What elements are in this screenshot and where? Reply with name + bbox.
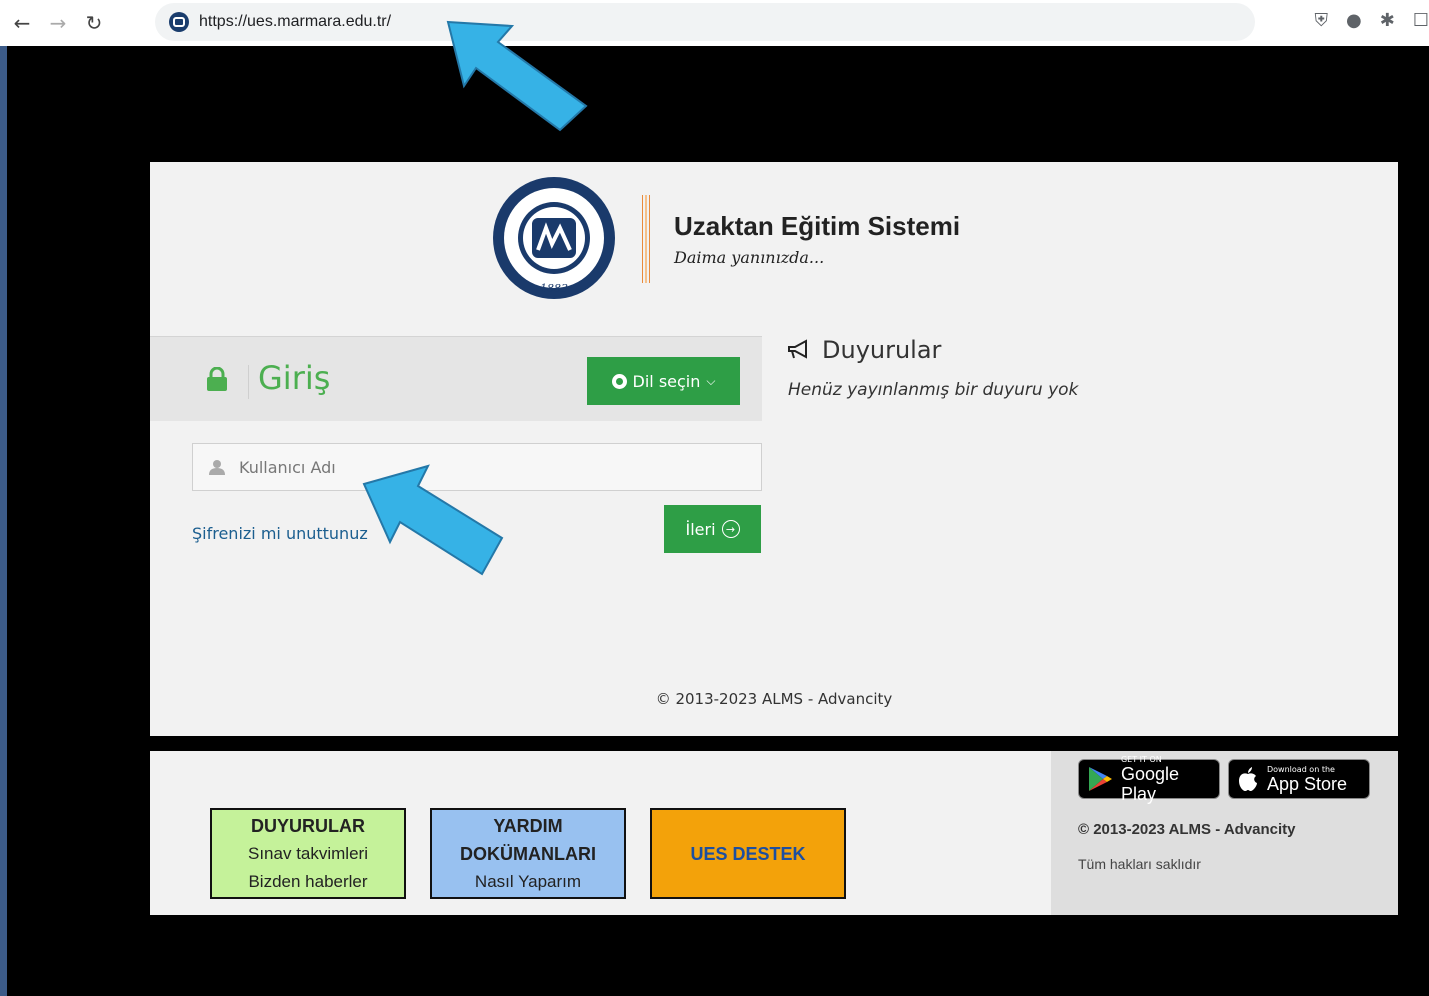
- ues-support-box[interactable]: UES DESTEK: [650, 808, 846, 899]
- help-box-line: Nasıl Yaparım: [474, 871, 582, 891]
- next-button[interactable]: İleri →: [664, 505, 761, 553]
- arrow-circle-right-icon: →: [721, 520, 740, 538]
- brand-text: Uzaktan Eğitim Sistemi Daima yanınızda..…: [674, 211, 960, 267]
- announcements-title: Duyurular: [822, 336, 942, 364]
- globe-icon: [611, 373, 627, 389]
- address-bar[interactable]: https://ues.marmara.edu.tr/: [155, 3, 1255, 41]
- puzzle-piece-icon[interactable]: ✱: [1380, 10, 1395, 31]
- footer-copyright: © 2013-2023 ALMS - Advancity: [1078, 821, 1296, 838]
- apple-icon: [1239, 767, 1257, 791]
- shield-check-icon[interactable]: ⛨: [1315, 10, 1329, 31]
- login-title: Giriş: [258, 359, 331, 397]
- forgot-password-link[interactable]: Şifrenizi mi unuttunuz: [192, 524, 368, 543]
- language-select-button[interactable]: Dil seçin ⌵: [587, 357, 740, 405]
- lock-icon: [207, 367, 227, 391]
- google-play-icon: [1088, 767, 1112, 791]
- login-separator: [248, 365, 249, 399]
- announcements-box[interactable]: DUYURULAR Sınav takvimleri Bizden haberl…: [210, 808, 406, 899]
- site-favicon-icon: [169, 12, 189, 32]
- ues-support-title: UES DESTEK: [690, 843, 806, 864]
- next-button-label: İleri: [685, 519, 716, 539]
- copyright-text: © 2013-2023 ALMS - Advancity: [655, 690, 893, 708]
- back-arrow-icon[interactable]: ←: [8, 9, 36, 37]
- brand-divider: [642, 195, 650, 283]
- annotation-arrow-username: [362, 464, 504, 576]
- chevron-down-icon: ⌵: [706, 373, 716, 388]
- system-subtitle: Daima yanınızda...: [674, 248, 825, 267]
- announcements-empty-text: Henüz yayınlanmış bir duyuru yok: [788, 380, 1079, 400]
- footer-panel: DUYURULAR Sınav takvimleri Bizden haberl…: [150, 751, 1398, 915]
- google-play-badge[interactable]: GET IT ON Google Play: [1078, 755, 1220, 804]
- announcements-box-line: Sınav takvimleri: [248, 843, 368, 863]
- login-header: Giriş Dil seçin ⌵: [150, 336, 762, 421]
- announcements-box-title: DUYURULAR: [251, 815, 365, 836]
- help-box-title-line2: DOKÜMANLARI: [460, 843, 596, 864]
- seal-year: 1883: [540, 282, 568, 295]
- forward-arrow-icon[interactable]: →: [44, 9, 72, 37]
- app-store-big-text: App Store: [1267, 773, 1348, 794]
- left-edge-decoration: [0, 46, 7, 996]
- login-panel: 1883 Uzaktan Eğitim Sistemi Daima yanını…: [150, 162, 1398, 736]
- user-icon: [209, 460, 225, 475]
- url-text[interactable]: https://ues.marmara.edu.tr/: [199, 13, 391, 31]
- megaphone-icon: [788, 339, 807, 359]
- help-box-title: YARDIM: [493, 815, 563, 836]
- footer-rights: Tüm hakları saklıdır: [1078, 856, 1201, 872]
- extension-icons: ⛨ ● ✱ ☐: [1315, 10, 1429, 31]
- browser-toolbar: ← → ↻ https://ues.marmara.edu.tr/ ⛨ ● ✱ …: [0, 0, 1429, 46]
- help-docs-box[interactable]: YARDIM DOKÜMANLARI Nasıl Yaparım: [430, 808, 626, 899]
- google-play-small-text: GET IT ON: [1120, 754, 1162, 764]
- window-icon[interactable]: ☐: [1413, 10, 1429, 31]
- reload-icon[interactable]: ↻: [80, 9, 108, 37]
- app-store-small-text: Download on the: [1267, 764, 1335, 774]
- shield-icon[interactable]: ●: [1346, 10, 1362, 31]
- language-button-label: Dil seçin: [632, 371, 701, 391]
- brand-header: 1883 Uzaktan Eğitim Sistemi Daima yanını…: [490, 174, 960, 304]
- announcements-header: Duyurular: [786, 336, 941, 364]
- app-store-badge[interactable]: Download on the App Store: [1228, 759, 1370, 799]
- system-title: Uzaktan Eğitim Sistemi: [674, 211, 961, 241]
- announcements-box-line: Bizden haberler: [248, 871, 368, 891]
- university-seal-logo: 1883: [493, 177, 615, 299]
- annotation-arrow-url: [446, 20, 588, 132]
- google-play-big-text: Google Play: [1120, 763, 1180, 804]
